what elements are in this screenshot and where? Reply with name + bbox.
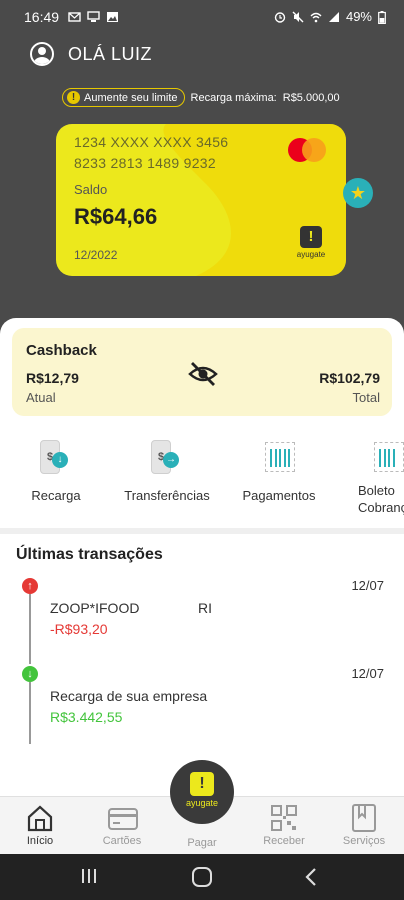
- mastercard-icon: [288, 138, 326, 162]
- quick-actions: $ ↓ Recarga $ → Transferências Pagamento…: [0, 438, 404, 524]
- action-transferencias[interactable]: $ → Transferências: [118, 438, 216, 503]
- alarm-icon: [274, 11, 286, 23]
- cashback-title: Cashback: [26, 342, 97, 359]
- home-button-icon[interactable]: [191, 866, 213, 893]
- brand-exclamation-icon: !: [190, 772, 214, 796]
- card-brand-text: ayugate: [296, 250, 326, 259]
- nav-label: Início: [26, 835, 54, 847]
- phone-transfer-icon: $ →: [145, 438, 189, 478]
- action-pagamentos[interactable]: Pagamentos: [236, 438, 322, 503]
- home-icon: [26, 803, 54, 833]
- nav-pagar[interactable]: Pagar: [172, 837, 232, 849]
- nav-cartoes[interactable]: Cartões: [92, 803, 152, 847]
- back-icon[interactable]: [304, 866, 318, 893]
- action-label: Pagamentos: [242, 488, 316, 503]
- barcode-invoice-icon: [360, 438, 404, 478]
- cashback-panel[interactable]: Cashback R$12,79 Atual R$102,79 Total: [12, 328, 392, 416]
- cashback-total-label: Total: [352, 390, 380, 405]
- arrow-down-icon: ↓: [22, 666, 38, 682]
- transaction-item[interactable]: ↑ 12/07 ZOOP*IFOOD RI -R$93,20: [0, 576, 404, 664]
- mute-icon: [292, 11, 304, 23]
- avatar-icon[interactable]: [30, 42, 54, 66]
- transaction-date: 12/07: [351, 666, 384, 681]
- transactions-title: Últimas transações: [16, 546, 163, 563]
- transaction-item[interactable]: ↓ 12/07 Recarga de sua empresa R$3.442,5…: [0, 664, 404, 744]
- card-brand-logo: ! ayugate: [294, 226, 328, 259]
- eye-off-icon[interactable]: [187, 361, 219, 387]
- phone-download-icon: $ ↓: [34, 438, 78, 478]
- card-number-line2: 8233 2813 1489 9232: [74, 155, 216, 171]
- barcode-icon: [257, 438, 301, 478]
- brand-exclamation-icon: !: [300, 226, 322, 248]
- transaction-location: RI: [198, 600, 212, 616]
- cashback-current-label: Atual: [26, 390, 56, 405]
- card-expiry: 12/2022: [74, 248, 118, 262]
- action-label: Recarga: [31, 488, 81, 503]
- nav-label: Serviços: [342, 835, 386, 847]
- fab-brand-text: ayugate: [185, 798, 219, 808]
- credit-card-icon: [108, 803, 138, 833]
- notification-icon: [68, 10, 81, 22]
- user-greeting[interactable]: OLÁ LUIZ: [30, 42, 152, 66]
- system-navigation-bar: [0, 854, 404, 900]
- nav-label: Receber: [263, 835, 305, 847]
- pay-fab-button[interactable]: ! ayugate: [170, 760, 234, 824]
- screen-icon: [87, 10, 100, 22]
- transaction-name: Recarga de sua empresa: [50, 688, 208, 704]
- action-label: Boleto Cobrança: [358, 483, 404, 515]
- cashback-total-value: R$102,79: [319, 370, 380, 386]
- battery-percent: 49%: [345, 9, 372, 24]
- book-icon: [350, 803, 378, 833]
- transaction-amount: -R$93,20: [50, 621, 108, 637]
- nav-label: Cartões: [102, 835, 142, 847]
- increase-limit-label: Aumente seu limite: [84, 91, 178, 104]
- nav-label: Pagar: [187, 837, 217, 849]
- timeline-line: [29, 682, 31, 744]
- increase-limit-button[interactable]: ! Aumente seu limite: [62, 88, 185, 107]
- wifi-icon: [310, 11, 322, 23]
- status-bar: 16:49 49%: [0, 0, 404, 36]
- transaction-amount: R$3.442,55: [50, 709, 123, 725]
- signal-icon: [328, 11, 340, 23]
- transaction-name: ZOOP*IFOOD: [50, 600, 140, 616]
- qr-code-icon: [270, 803, 298, 833]
- star-favorite-icon[interactable]: ★: [343, 178, 373, 208]
- balance-label: Saldo: [74, 182, 108, 197]
- cashback-current-value: R$12,79: [26, 370, 79, 386]
- card-number-line1: 1234 XXXX XXXX 3456: [74, 134, 229, 150]
- image-icon: [106, 10, 119, 22]
- main-content: Cashback R$12,79 Atual R$102,79 Total $ …: [0, 318, 404, 796]
- payment-card[interactable]: 1234 XXXX XXXX 3456 8233 2813 1489 9232 …: [56, 124, 346, 276]
- arrow-up-icon: ↑: [22, 578, 38, 594]
- status-time: 16:49: [24, 9, 60, 25]
- action-boleto-cobranca[interactable]: Boleto Cobrança: [350, 438, 404, 516]
- battery-icon: [378, 10, 390, 24]
- timeline-line: [29, 594, 31, 664]
- status-notifications: [68, 10, 119, 22]
- greeting-text: OLÁ LUIZ: [68, 43, 153, 64]
- section-divider: [0, 528, 404, 534]
- max-recharge-value: R$5.000,00: [282, 91, 340, 104]
- max-recharge-label: Recarga máxima:: [190, 91, 277, 104]
- nav-receber[interactable]: Receber: [254, 803, 314, 847]
- nav-servicos[interactable]: Serviços: [334, 803, 394, 847]
- transaction-date: 12/07: [351, 578, 384, 593]
- action-recarga[interactable]: $ ↓ Recarga: [24, 438, 88, 503]
- action-label: Transferências: [124, 488, 210, 503]
- nav-inicio[interactable]: Início: [10, 803, 70, 847]
- limit-row: ! Aumente seu limite Recarga máxima: R$5…: [62, 88, 340, 107]
- alert-icon: !: [67, 91, 80, 104]
- recent-apps-icon[interactable]: [80, 866, 98, 891]
- status-system-icons: 49%: [274, 9, 390, 24]
- balance-value: R$64,66: [74, 204, 158, 229]
